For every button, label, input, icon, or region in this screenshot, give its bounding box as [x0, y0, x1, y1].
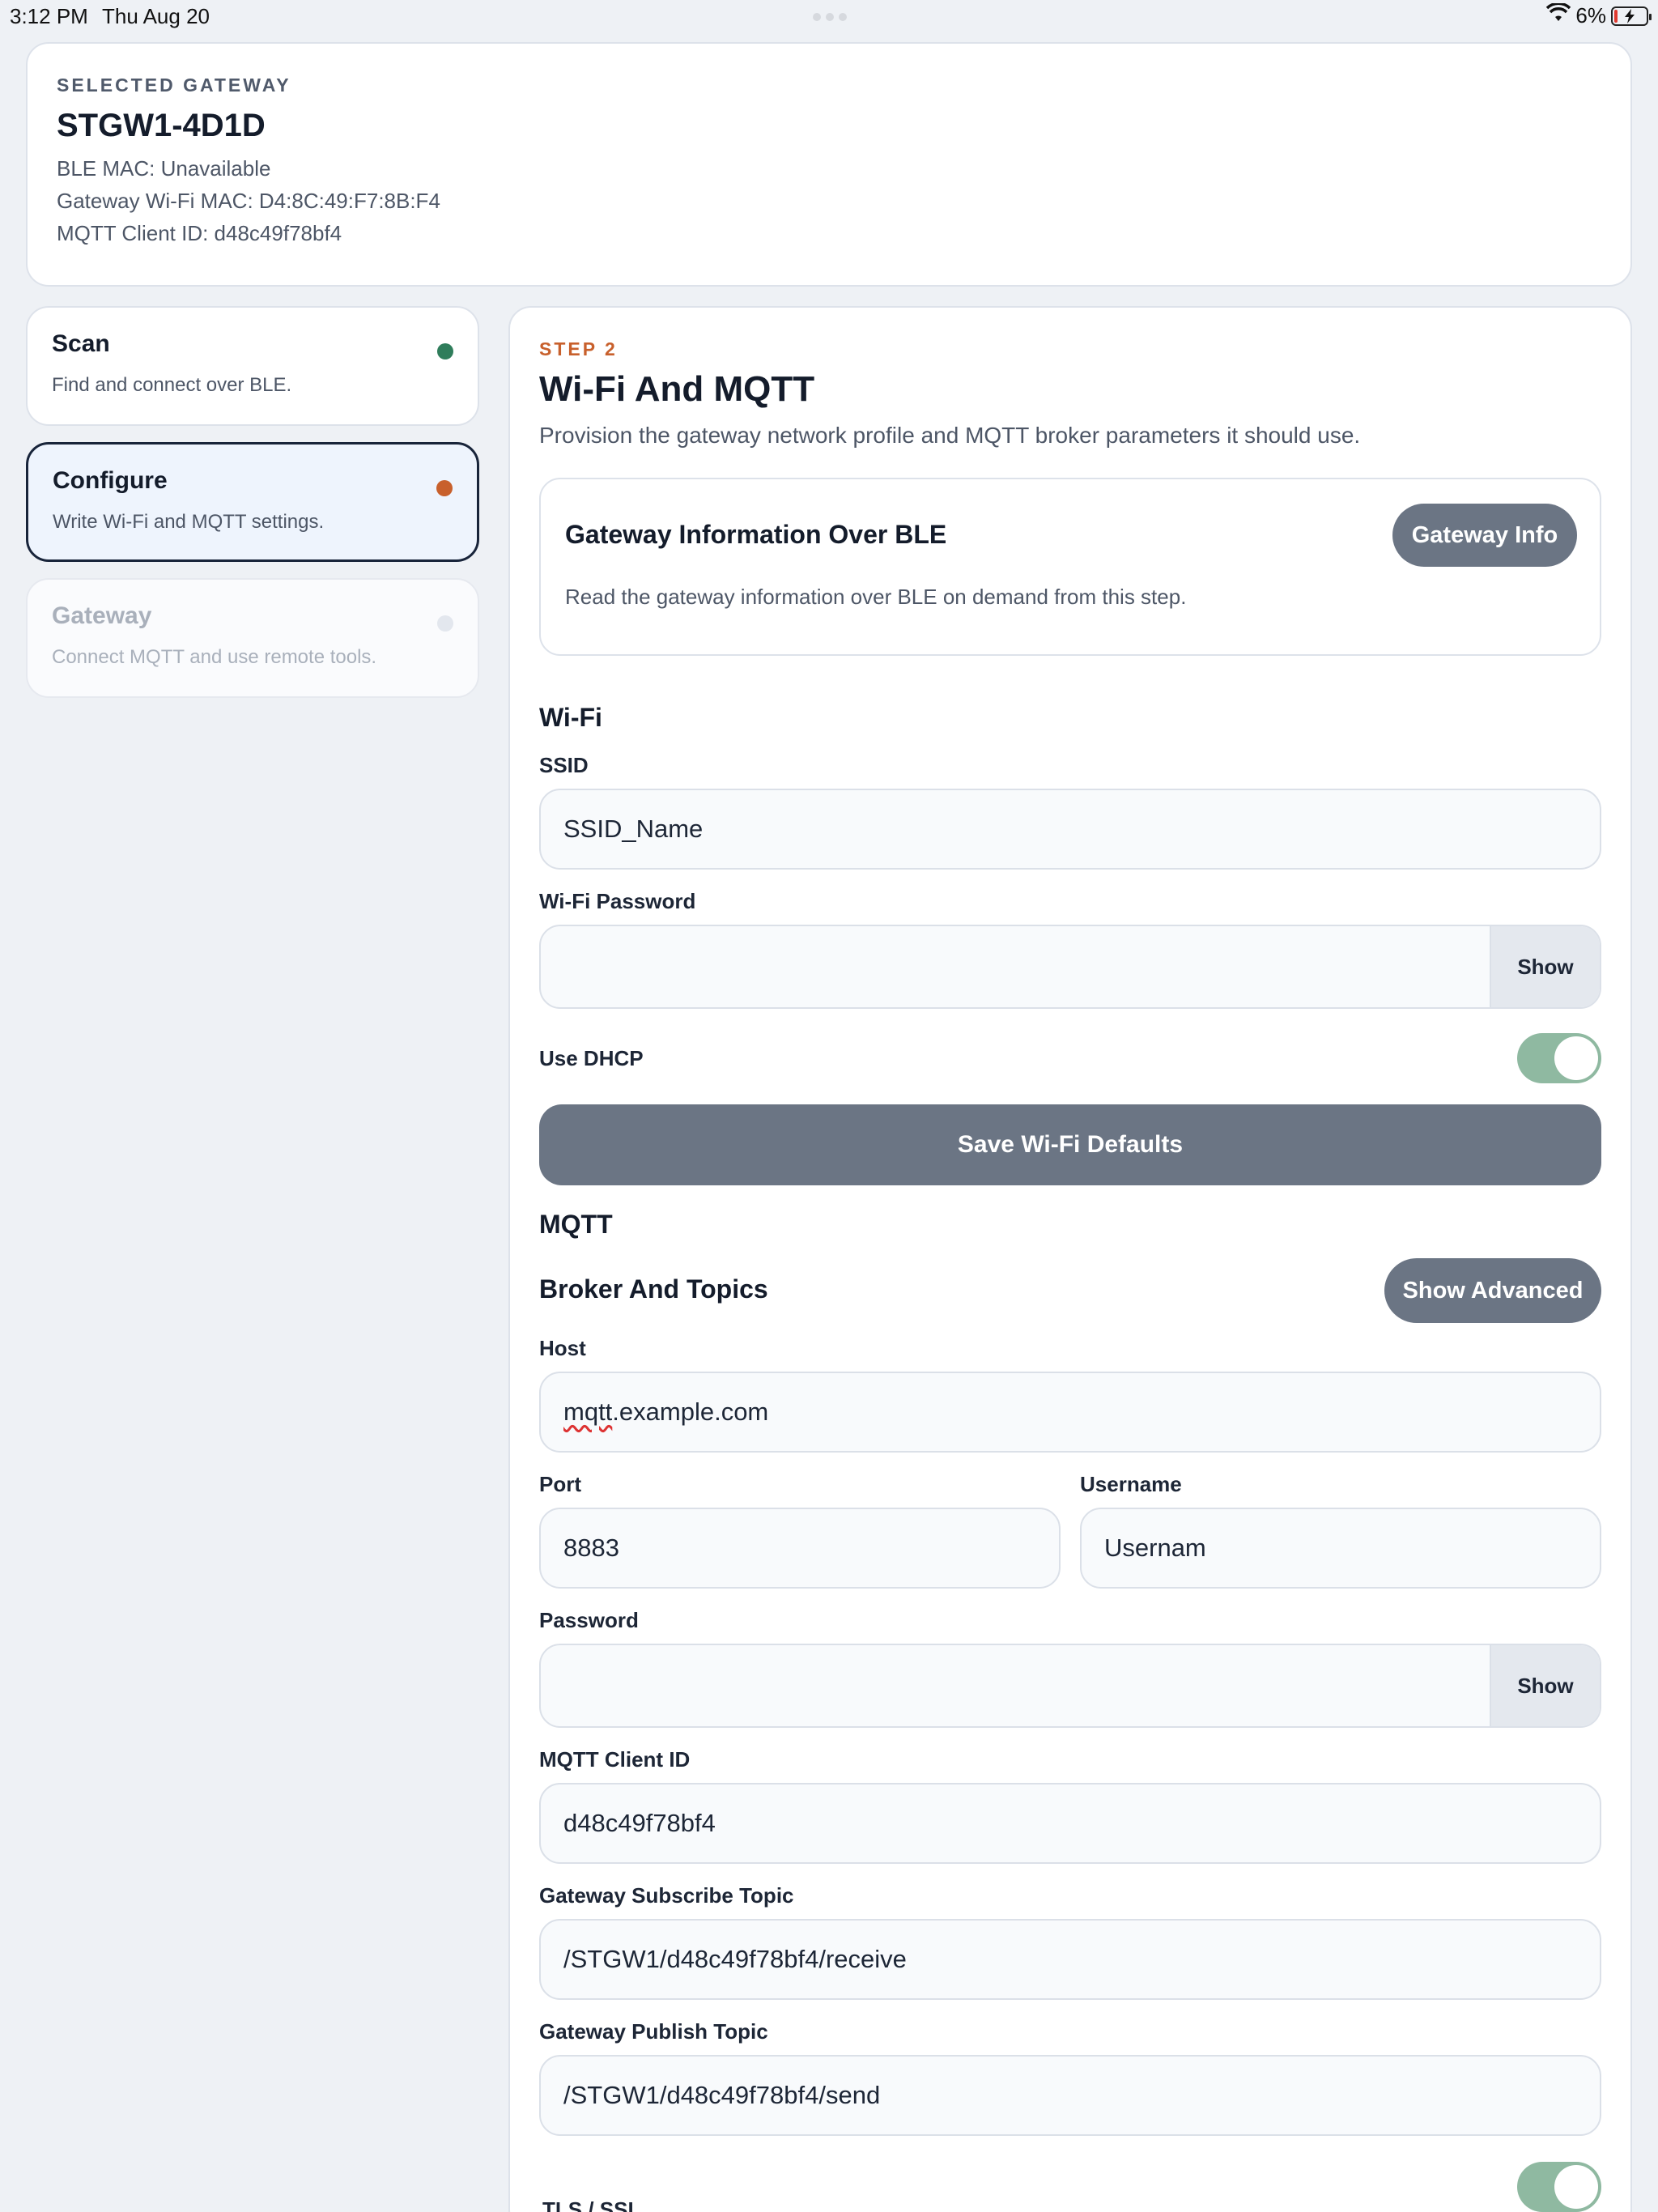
gateway-name: STGW1-4D1D: [57, 108, 266, 143]
mqtt-client-id: MQTT Client ID: d48c49f78bf4: [57, 221, 342, 245]
show-mqtt-password-button[interactable]: Show: [1490, 1645, 1600, 1726]
mqtt-password-label: Password: [539, 1608, 639, 1632]
port-label: Port: [539, 1472, 581, 1496]
status-dot-icon: [436, 480, 453, 496]
mqtt-password-field[interactable]: Show: [539, 1644, 1601, 1728]
broker-topics-heading: Broker And Topics: [539, 1274, 768, 1304]
wifi-icon: [1546, 2, 1571, 28]
username-label: Username: [1080, 1472, 1182, 1496]
dhcp-toggle[interactable]: [1517, 1033, 1601, 1083]
host-label: Host: [539, 1336, 586, 1360]
status-time: 3:12 PM: [10, 4, 88, 28]
subscribe-topic-label: Gateway Subscribe Topic: [539, 1883, 794, 1908]
subscribe-topic-input[interactable]: /STGW1/d48c49f78bf4/receive: [539, 1919, 1601, 2000]
gateway-meta: BLE MAC: Unavailable Gateway Wi-Fi MAC: …: [57, 152, 1601, 249]
page-description: Provision the gateway network profile an…: [539, 423, 1361, 448]
step-title: Gateway: [52, 602, 152, 629]
status-date: Thu Aug 20: [102, 4, 210, 28]
save-wifi-defaults-button[interactable]: Save Wi-Fi Defaults: [539, 1104, 1601, 1185]
step-desc: Write Wi-Fi and MQTT settings.: [53, 511, 325, 533]
publish-topic-input[interactable]: /STGW1/d48c49f78bf4/send: [539, 2055, 1601, 2136]
host-value-rest: .example.com: [612, 1397, 769, 1426]
show-wifi-password-button[interactable]: Show: [1490, 926, 1600, 1007]
step-title: Configure: [53, 467, 168, 494]
selected-gateway-card: SELECTED GATEWAY STGW1-4D1D BLE MAC: Una…: [26, 42, 1632, 287]
info-description: Read the gateway information over BLE on…: [565, 585, 1187, 609]
show-advanced-button[interactable]: Show Advanced: [1384, 1258, 1601, 1323]
client-id-input[interactable]: d48c49f78bf4: [539, 1783, 1601, 1864]
battery-percent: 6%: [1575, 3, 1606, 28]
status-bar: 3:12 PM Thu Aug 20 6%: [0, 0, 1658, 32]
configure-panel: STEP 2 Wi-Fi And MQTT Provision the gate…: [508, 306, 1632, 2212]
host-value-prefix: mqtt: [563, 1397, 613, 1426]
wifi-heading: Wi-Fi: [539, 703, 602, 732]
wifi-password-label: Wi-Fi Password: [539, 889, 696, 913]
publish-topic-label: Gateway Publish Topic: [539, 2019, 768, 2044]
step-label: STEP 2: [539, 338, 618, 359]
ssid-label: SSID: [539, 753, 589, 777]
ssid-input[interactable]: SSID_Name: [539, 789, 1601, 870]
step-title: Scan: [52, 330, 110, 357]
mqtt-heading: MQTT: [539, 1210, 613, 1239]
battery-icon: [1611, 6, 1652, 26]
tls-label: TLS / SSL: [542, 2197, 641, 2212]
host-input[interactable]: mqtt .example.com: [539, 1372, 1601, 1453]
wifi-mac: Gateway Wi-Fi MAC: D4:8C:49:F7:8B:F4: [57, 189, 440, 213]
step-scan[interactable]: Scan Find and connect over BLE.: [26, 306, 479, 426]
multitasking-dots-icon[interactable]: [813, 13, 847, 21]
wifi-password-field[interactable]: Show: [539, 925, 1601, 1009]
step-gateway[interactable]: Gateway Connect MQTT and use remote tool…: [26, 578, 479, 698]
step-desc: Connect MQTT and use remote tools.: [52, 646, 377, 668]
dhcp-label: Use DHCP: [539, 1046, 644, 1070]
info-title: Gateway Information Over BLE: [565, 520, 947, 549]
gateway-info-button[interactable]: Gateway Info: [1392, 504, 1577, 567]
ble-mac: BLE MAC: Unavailable: [57, 156, 271, 181]
gateway-info-box: Gateway Information Over BLE Gateway Inf…: [539, 478, 1601, 656]
status-dot-icon: [437, 615, 453, 632]
step-desc: Find and connect over BLE.: [52, 374, 292, 396]
status-dot-icon: [437, 343, 453, 359]
tls-toggle[interactable]: [1517, 2162, 1601, 2212]
page-title: Wi-Fi And MQTT: [539, 369, 815, 409]
selected-gateway-eyebrow: SELECTED GATEWAY: [57, 74, 291, 96]
username-input[interactable]: Usernam: [1080, 1508, 1601, 1589]
port-input[interactable]: 8883: [539, 1508, 1061, 1589]
step-configure[interactable]: Configure Write Wi-Fi and MQTT settings.: [26, 442, 479, 562]
client-id-label: MQTT Client ID: [539, 1747, 691, 1772]
